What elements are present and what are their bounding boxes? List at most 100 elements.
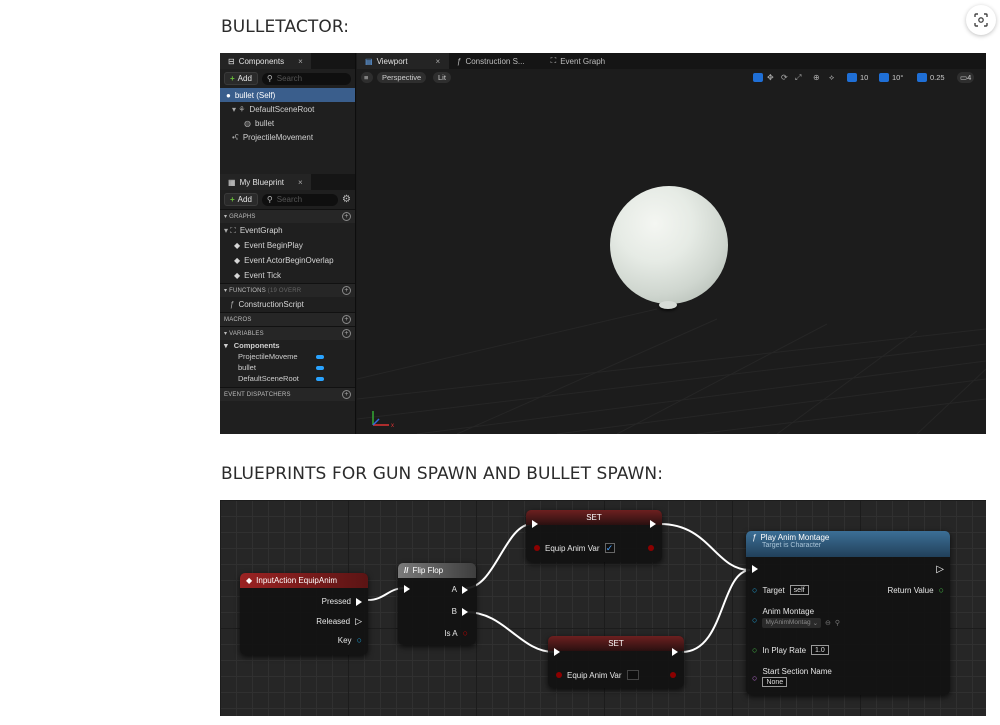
pin-equip-anim-var[interactable]: Equip Anim Var (556, 670, 639, 680)
target-value-input[interactable]: self (789, 585, 809, 595)
tab-label: Event Graph (560, 56, 606, 66)
node-set-top[interactable]: SET Equip Anim Var ✓ (526, 510, 662, 562)
pin-key[interactable]: Key ○ (338, 635, 362, 645)
close-icon[interactable]: × (298, 57, 303, 66)
tab-event-graph[interactable]: ⛶ Event Graph (543, 53, 614, 69)
bullet-sphere-mesh[interactable] (610, 186, 728, 304)
pin-exec-out[interactable] (650, 520, 656, 528)
add-circle-icon[interactable]: + (342, 286, 351, 295)
pin-start-section-name[interactable]: ○ Start Section Name None (752, 667, 832, 687)
pin-a[interactable]: A (452, 585, 468, 594)
pin-exec-in[interactable] (554, 648, 560, 656)
component-defaultsceneroot[interactable]: ▾ ⚘ DefaultSceneRoot (220, 102, 355, 116)
pin-exec-out[interactable]: ▷ (936, 564, 944, 575)
my-blueprint-tabbar: ▦ My Blueprint × (220, 174, 355, 190)
pin-label: Start Section Name (762, 667, 832, 676)
close-icon[interactable]: × (436, 57, 441, 66)
function-item-label: ConstructionScript (238, 300, 304, 309)
add-label: Add (237, 74, 252, 83)
add-circle-icon[interactable]: + (342, 329, 351, 338)
pin-released[interactable]: Released ▷ (316, 616, 362, 627)
page: BULLETACTOR: ⊟ Components × + Add ⚲ Search… (0, 0, 1000, 725)
gear-icon[interactable]: ⚙ (342, 194, 351, 205)
variable-item[interactable]: bullet (220, 362, 355, 373)
add-label: Add (237, 195, 252, 204)
graph-item-actorbeginoverlap[interactable]: ◆ Event ActorBeginOverlap (220, 253, 355, 268)
pin-target[interactable]: ○ Target self (752, 585, 809, 595)
category-graphs[interactable]: ▾ GRAPHS + (220, 209, 355, 223)
viewport-icon: ▤ (365, 56, 373, 66)
plus-icon: + (230, 195, 235, 204)
pin-is-a[interactable]: Is A ○ (444, 628, 468, 638)
search-icon[interactable]: ⚲ (835, 619, 840, 627)
function-item-constructionscript[interactable]: ƒ ConstructionScript (220, 297, 355, 312)
search-placeholder: Search (276, 195, 303, 204)
component-self[interactable]: ● bullet (Self) (220, 88, 355, 102)
pin-b[interactable]: B (452, 607, 468, 616)
browse-icon[interactable]: ⊖ (825, 619, 831, 627)
category-label: VARIABLES (229, 331, 264, 337)
exec-pin-icon (356, 597, 362, 606)
tab-construction-script[interactable]: ƒ Construction S... (449, 53, 533, 69)
graph-item-label: EventGraph (239, 226, 283, 235)
pin-exec-in[interactable] (404, 585, 410, 593)
components-icon: ⊟ (228, 56, 235, 66)
node-title: SET (608, 639, 624, 648)
graph-item-eventgraph[interactable]: ▾ ⛶ EventGraph (220, 223, 355, 238)
graph-item-beginplay[interactable]: ◆ Event BeginPlay (220, 238, 355, 253)
category-event-dispatchers[interactable]: EVENT DISPATCHERS + (220, 387, 355, 401)
category-variables[interactable]: ▾ VARIABLES + (220, 326, 355, 340)
tab-my-blueprint[interactable]: ▦ My Blueprint × (220, 174, 311, 190)
checkbox-checked[interactable]: ✓ (604, 543, 615, 553)
bool-pin-icon: ○ (462, 628, 468, 638)
component-bullet[interactable]: ◍ bullet (220, 116, 355, 130)
pin-bool-out[interactable] (670, 672, 676, 678)
close-icon[interactable]: × (298, 178, 303, 187)
pin-return-value[interactable]: Return Value ○ (887, 585, 944, 595)
pin-pressed[interactable]: Pressed (322, 597, 362, 606)
component-projectilemovement[interactable]: •ʕ ProjectileMovement (220, 130, 355, 144)
pin-exec-out[interactable] (672, 648, 678, 656)
pin-label: Equip Anim Var (545, 543, 600, 553)
anim-montage-dropdown[interactable]: MyAnimMontag ⌄ (762, 618, 822, 628)
dropdown-value: MyAnimMontag (765, 619, 811, 626)
event-icon: ◆ (234, 256, 241, 265)
sphere-base (659, 301, 677, 309)
node-flip-flop[interactable]: // Flip Flop A B Is A ○ (398, 563, 476, 645)
checkbox-unchecked[interactable] (626, 670, 639, 680)
variable-item[interactable]: ProjectileMoveme (220, 351, 355, 362)
pin-in-play-rate[interactable]: ○ In Play Rate 1.0 (752, 645, 829, 655)
object-pin-icon: ○ (752, 585, 758, 595)
pin-exec-in[interactable] (752, 565, 758, 573)
play-rate-input[interactable]: 1.0 (811, 645, 829, 655)
axis-gizmo: x (372, 411, 394, 429)
node-play-anim-montage[interactable]: ƒ Play Anim Montage Target is Character ▷… (746, 531, 950, 695)
variable-item[interactable]: DefaultSceneRoot (220, 373, 355, 384)
add-component-button[interactable]: + Add (224, 72, 258, 85)
section-name-input[interactable]: None (762, 677, 788, 687)
add-blueprint-item-button[interactable]: + Add (224, 193, 258, 206)
add-circle-icon[interactable]: + (342, 212, 351, 221)
add-circle-icon[interactable]: + (342, 390, 351, 399)
components-search-input[interactable]: ⚲ Search (261, 72, 351, 85)
category-macros[interactable]: MACROS + (220, 312, 355, 326)
blueprint-search-input[interactable]: ⚲ Search (261, 193, 339, 206)
pin-exec-in[interactable] (532, 520, 538, 528)
category-functions[interactable]: ▾ FUNCTIONS (19 OVERR + (220, 283, 355, 297)
node-set-bottom[interactable]: SET Equip Anim Var (548, 636, 684, 688)
node-input-action[interactable]: ◆ InputAction EquipAnim Pressed Released… (240, 573, 368, 655)
pin-label: Is A (444, 628, 458, 638)
tab-viewport[interactable]: ▤ Viewport × (357, 53, 449, 69)
variable-group-components[interactable]: ▾ Components (220, 340, 355, 351)
pin-bool-out[interactable] (648, 545, 654, 551)
viewport[interactable]: ≡ Perspective Lit ✥ ⟳ ⤢ ⊕ ⟡ 10 10° 0.25 … (357, 69, 986, 434)
chevron-down-icon: ▾ (224, 341, 228, 350)
tab-components[interactable]: ⊟ Components × (220, 53, 311, 69)
pin-equip-anim-var[interactable]: Equip Anim Var ✓ (534, 543, 615, 553)
add-circle-icon[interactable]: + (342, 315, 351, 324)
pin-anim-montage[interactable]: ○ Anim Montage MyAnimMontag ⌄ ⊖ ⚲ (752, 607, 840, 628)
node-header: ◆ InputAction EquipAnim (240, 573, 368, 588)
graph-item-tick[interactable]: ◆ Event Tick (220, 268, 355, 283)
search-icon: ⚲ (266, 74, 273, 83)
lens-search-button[interactable] (966, 5, 996, 35)
